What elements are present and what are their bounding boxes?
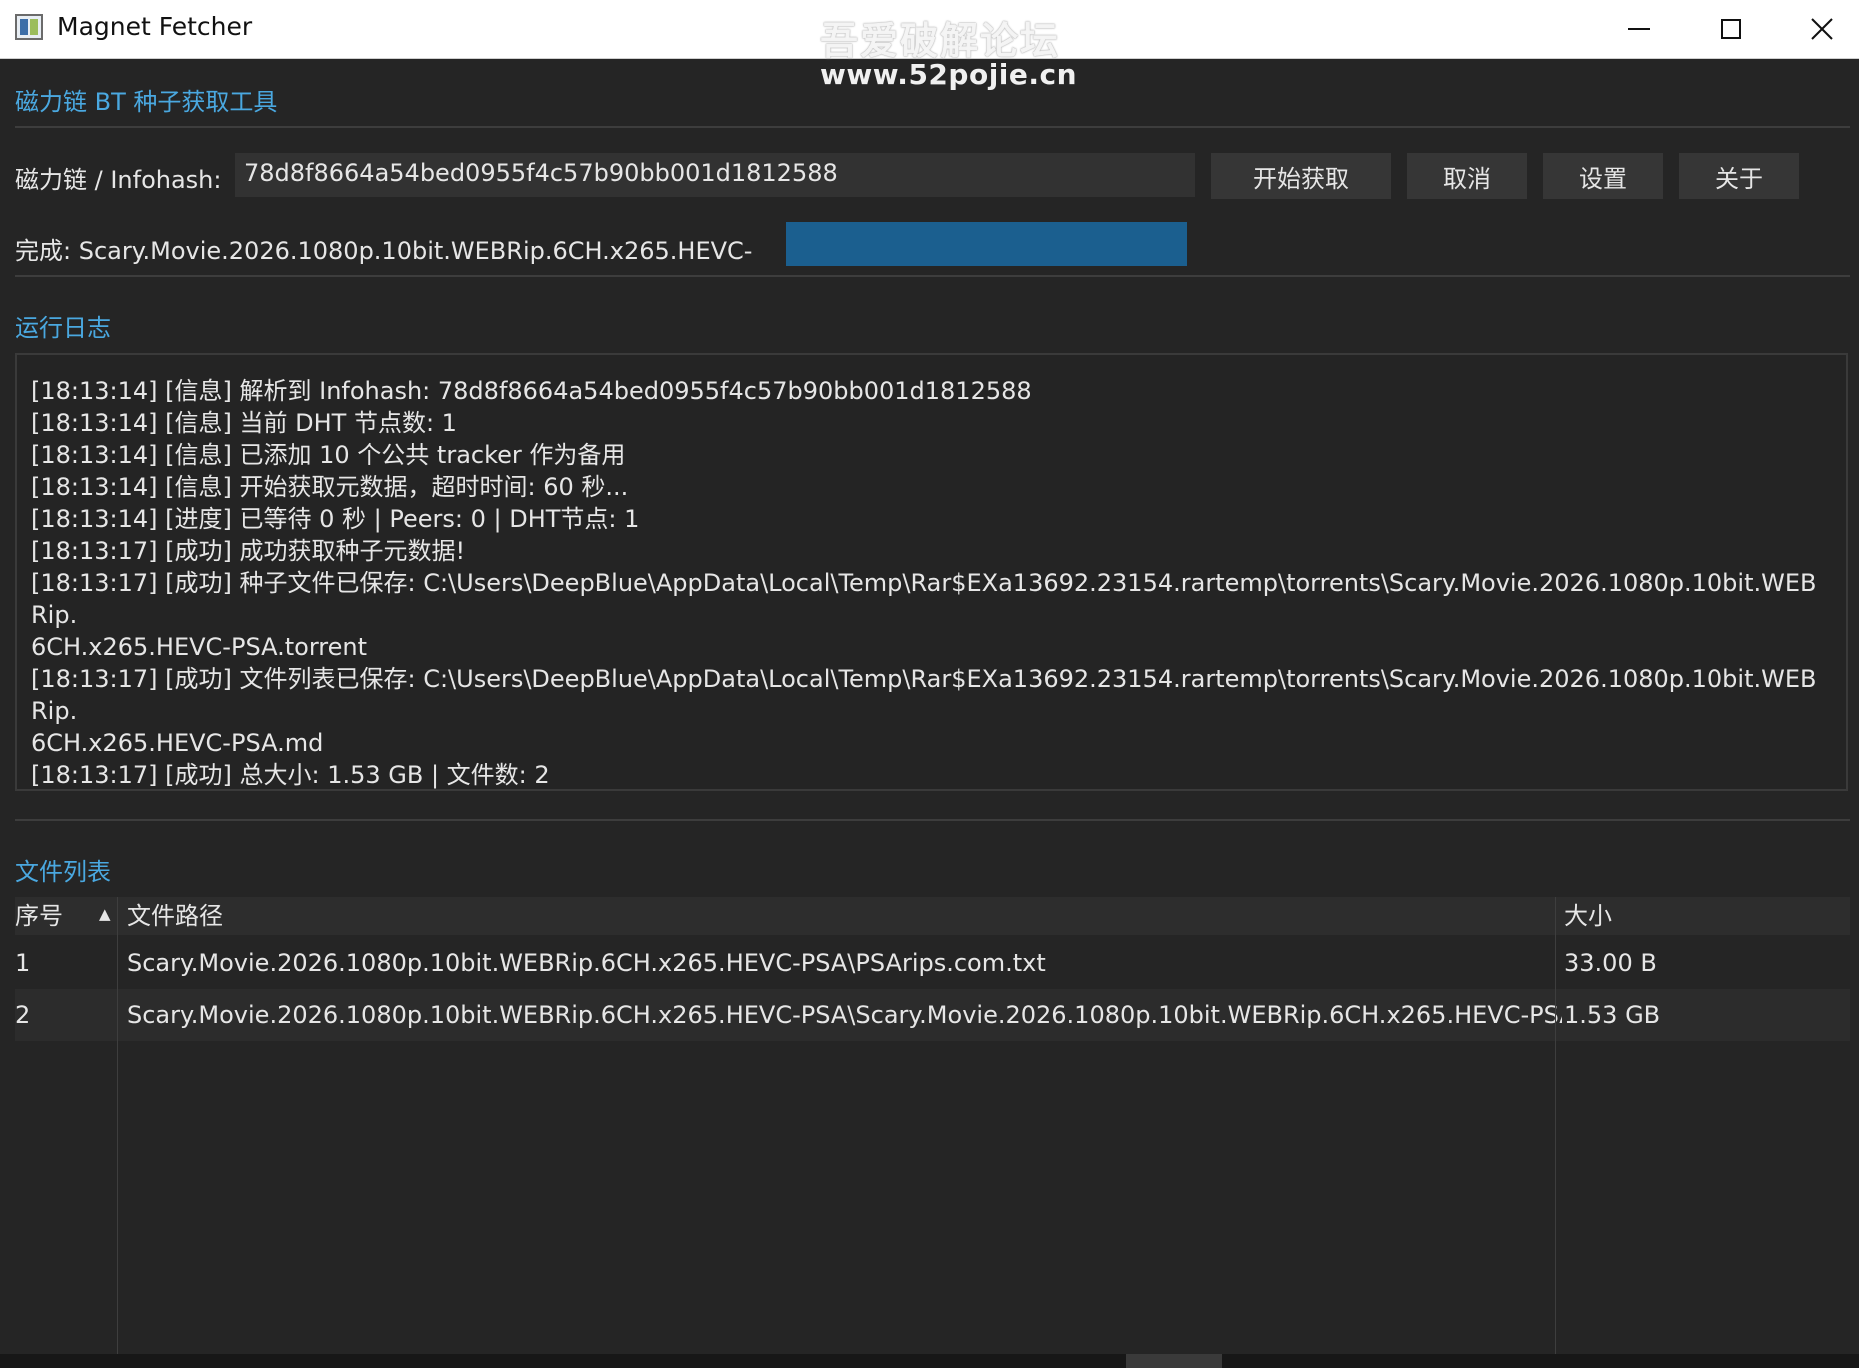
log-line: [18:13:14] [信息] 开始获取元数据，超时时间: 60 秒... <box>31 473 629 501</box>
close-icon <box>1811 18 1833 40</box>
settings-button[interactable]: 设置 <box>1543 153 1663 199</box>
about-button[interactable]: 关于 <box>1679 153 1799 199</box>
sort-ascending-icon: ▲ <box>99 905 111 923</box>
cell-path: Scary.Movie.2026.1080p.10bit.WEBRip.6CH.… <box>127 1001 1562 1029</box>
maximize-button[interactable] <box>1685 0 1777 58</box>
column-header-path[interactable]: 文件路径 <box>127 897 223 935</box>
cell-index: 1 <box>15 949 31 977</box>
window-title: Magnet Fetcher <box>57 12 253 41</box>
scrollbar-thumb[interactable] <box>1126 1354 1222 1368</box>
magnet-label: 磁力链 / Infohash: <box>15 166 222 194</box>
log-line: [18:13:17] [成功] 总大小: 1.53 GB | 文件数: 2 <box>31 761 550 789</box>
log-line: [18:13:14] [信息] 当前 DHT 节点数: 1 <box>31 409 457 437</box>
maximize-icon <box>1721 19 1741 39</box>
start-button[interactable]: 开始获取 <box>1211 153 1391 199</box>
app-heading: 磁力链 BT 种子获取工具 <box>15 88 278 116</box>
file-table[interactable]: 序号 ▲ 文件路径 大小 1 Scary.Movie.2026.1080p.10… <box>15 897 1850 1355</box>
column-header-size[interactable]: 大小 <box>1564 897 1612 935</box>
log-line: [18:13:17] [成功] 种子文件已保存: C:\Users\DeepBl… <box>31 569 1817 661</box>
divider <box>15 819 1850 821</box>
cell-index: 2 <box>15 1001 31 1029</box>
log-line: [18:13:17] [成功] 成功获取种子元数据! <box>31 537 466 565</box>
progress-bar <box>786 222 1187 266</box>
log-line: [18:13:14] [信息] 已添加 10 个公共 tracker 作为备用 <box>31 441 626 469</box>
log-line: [18:13:14] [信息] 解析到 Infohash: 78d8f8664a… <box>31 377 1032 405</box>
divider <box>15 126 1850 128</box>
cancel-button[interactable]: 取消 <box>1407 153 1527 199</box>
cell-path: Scary.Movie.2026.1080p.10bit.WEBRip.6CH.… <box>127 949 1046 977</box>
column-divider[interactable] <box>117 897 118 1355</box>
log-line: [18:13:17] [成功] 文件列表已保存: C:\Users\DeepBl… <box>31 665 1817 757</box>
progress-fill <box>786 222 1187 266</box>
cell-size: 1.53 GB <box>1564 1001 1661 1029</box>
table-header: 序号 ▲ 文件路径 大小 <box>15 897 1850 935</box>
close-button[interactable] <box>1776 0 1859 58</box>
column-header-index[interactable]: 序号 <box>15 897 63 935</box>
table-row[interactable]: 1 Scary.Movie.2026.1080p.10bit.WEBRip.6C… <box>15 937 1850 989</box>
log-line: [18:13:14] [进度] 已等待 0 秒 | Peers: 0 | DHT… <box>31 505 640 533</box>
minimize-button[interactable] <box>1593 0 1685 58</box>
app-window-icon <box>15 14 43 40</box>
minimize-icon <box>1628 28 1650 30</box>
status-text: 完成: Scary.Movie.2026.1080p.10bit.WEBRip.… <box>15 237 753 265</box>
magnet-input[interactable]: 78d8f8664a54bed0955f4c57b90bb001d1812588 <box>235 153 1195 197</box>
column-divider[interactable] <box>1555 897 1556 1355</box>
divider <box>15 275 1850 277</box>
watermark-text: 吾爱破解论坛 <box>820 19 1061 63</box>
log-heading: 运行日志 <box>15 314 111 342</box>
table-row[interactable]: 2 Scary.Movie.2026.1080p.10bit.WEBRip.6C… <box>15 989 1850 1041</box>
files-heading: 文件列表 <box>15 858 111 886</box>
horizontal-scrollbar[interactable] <box>0 1354 1859 1368</box>
log-output[interactable]: [18:13:14] [信息] 解析到 Infohash: 78d8f8664a… <box>15 353 1848 791</box>
cell-size: 33.00 B <box>1564 949 1657 977</box>
watermark-url: www.52pojie.cn <box>820 58 1078 91</box>
